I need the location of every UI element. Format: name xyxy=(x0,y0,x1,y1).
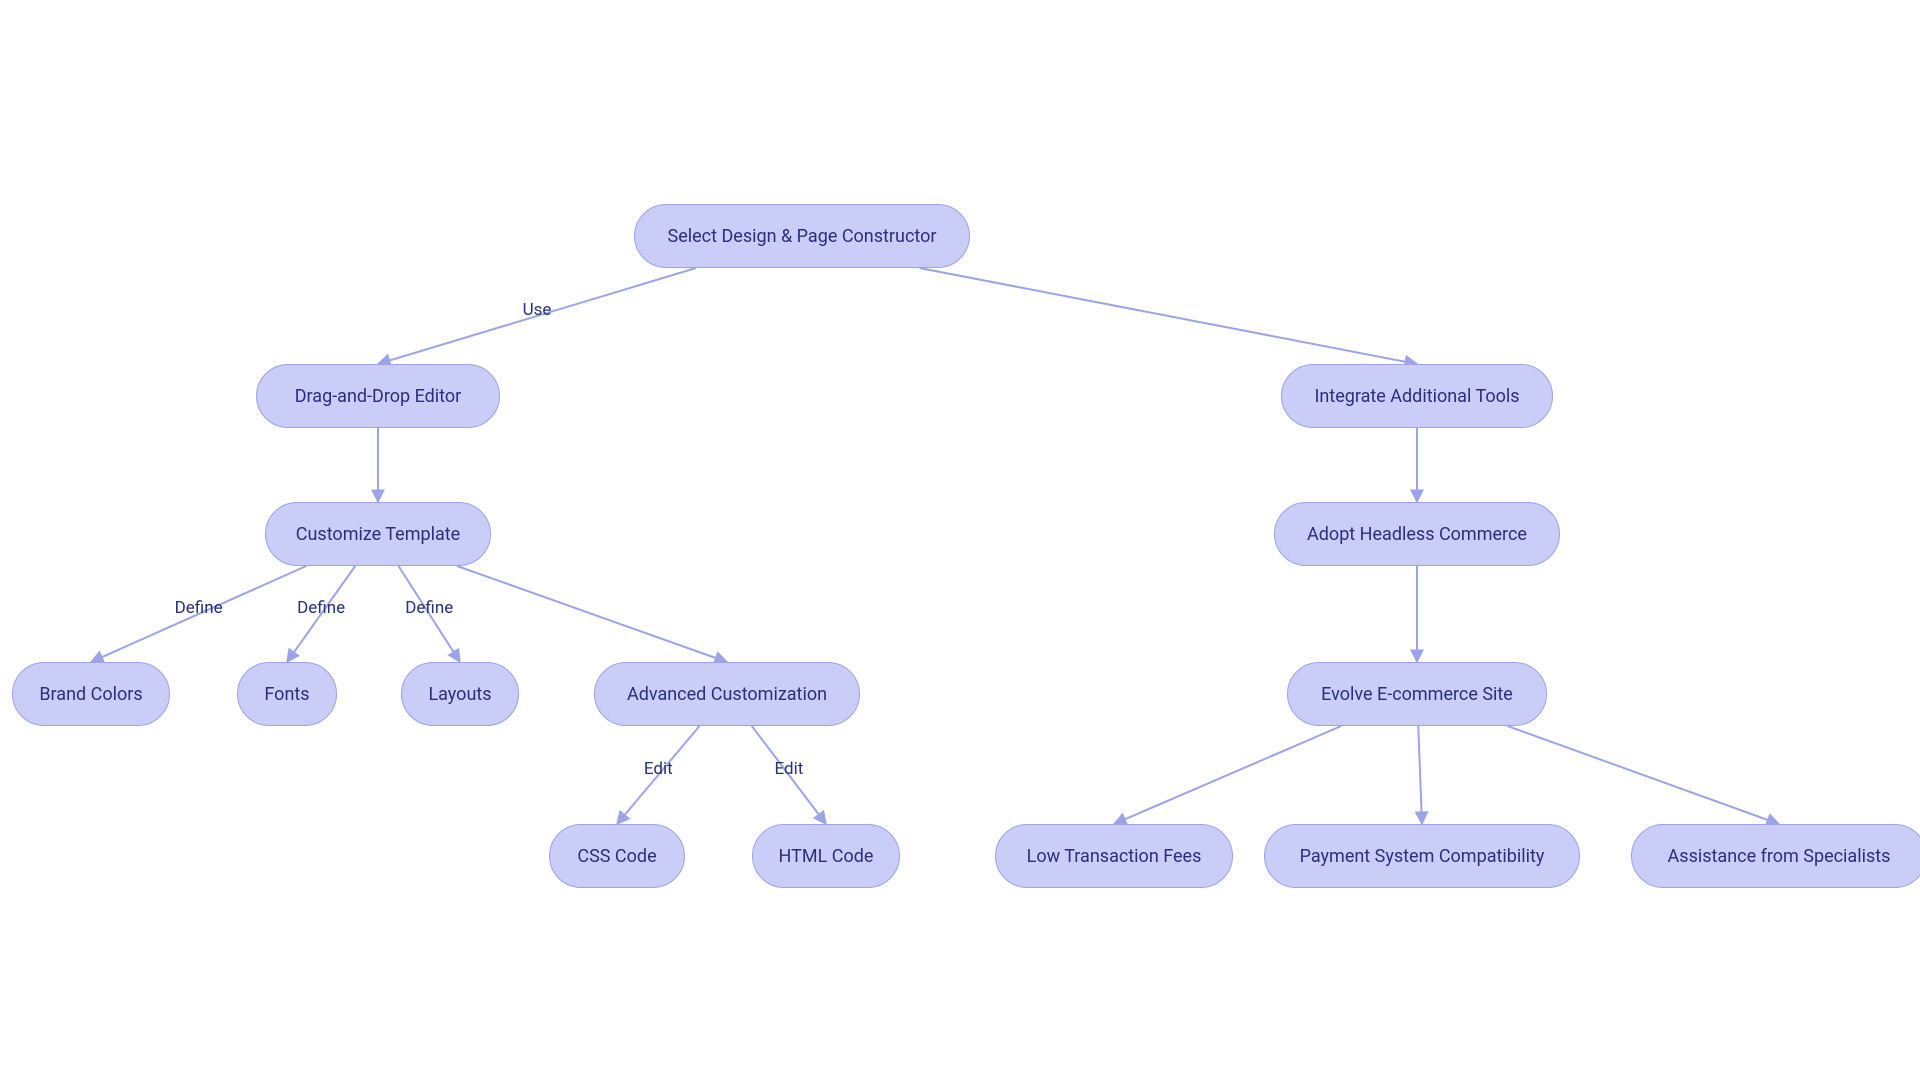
edge-evolve-assist xyxy=(1508,726,1780,824)
edge-label-root-drag: Use xyxy=(523,300,552,320)
node-label: Customize Template xyxy=(296,524,460,545)
node-label: CSS Code xyxy=(577,846,656,867)
node-assist: Assistance from Specialists xyxy=(1631,824,1920,888)
node-lowfee: Low Transaction Fees xyxy=(995,824,1233,888)
node-label: Evolve E-commerce Site xyxy=(1321,684,1513,705)
node-label: HTML Code xyxy=(779,846,874,867)
edge-label-advanced-html: Edit xyxy=(774,759,803,779)
node-brand: Brand Colors xyxy=(12,662,170,726)
flowchart-canvas: Select Design & Page Constructor Drag-and… xyxy=(0,0,1920,1080)
node-layouts: Layouts xyxy=(401,662,519,726)
node-css: CSS Code xyxy=(549,824,685,888)
node-root: Select Design & Page Constructor xyxy=(634,204,970,268)
node-label: Integrate Additional Tools xyxy=(1314,386,1519,407)
node-label: Low Transaction Fees xyxy=(1027,846,1202,867)
edge-evolve-payment xyxy=(1418,726,1422,824)
node-drag: Drag-and-Drop Editor xyxy=(256,364,500,428)
node-headless: Adopt Headless Commerce xyxy=(1274,502,1560,566)
edge-customize-advanced xyxy=(457,566,727,662)
edge-label-customize-layouts: Define xyxy=(405,598,453,618)
node-label: Select Design & Page Constructor xyxy=(668,226,937,247)
node-label: Layouts xyxy=(428,684,491,705)
node-payment: Payment System Compatibility xyxy=(1264,824,1580,888)
node-fonts: Fonts xyxy=(237,662,337,726)
node-label: Adopt Headless Commerce xyxy=(1307,524,1527,545)
node-evolve: Evolve E-commerce Site xyxy=(1287,662,1547,726)
node-label: Drag-and-Drop Editor xyxy=(295,386,462,407)
node-tools: Integrate Additional Tools xyxy=(1281,364,1553,428)
node-label: Fonts xyxy=(264,684,309,705)
node-customize: Customize Template xyxy=(265,502,491,566)
node-label: Assistance from Specialists xyxy=(1668,846,1891,867)
edge-label-advanced-css: Edit xyxy=(644,759,673,779)
node-advanced: Advanced Customization xyxy=(594,662,860,726)
node-label: Payment System Compatibility xyxy=(1300,846,1545,867)
node-label: Brand Colors xyxy=(39,684,142,705)
edge-label-customize-brand: Define xyxy=(175,598,223,618)
edge-evolve-lowfee xyxy=(1114,726,1341,824)
edge-root-tools xyxy=(920,268,1417,364)
node-html: HTML Code xyxy=(752,824,900,888)
edge-label-customize-fonts: Define xyxy=(297,598,345,618)
node-label: Advanced Customization xyxy=(627,684,827,705)
